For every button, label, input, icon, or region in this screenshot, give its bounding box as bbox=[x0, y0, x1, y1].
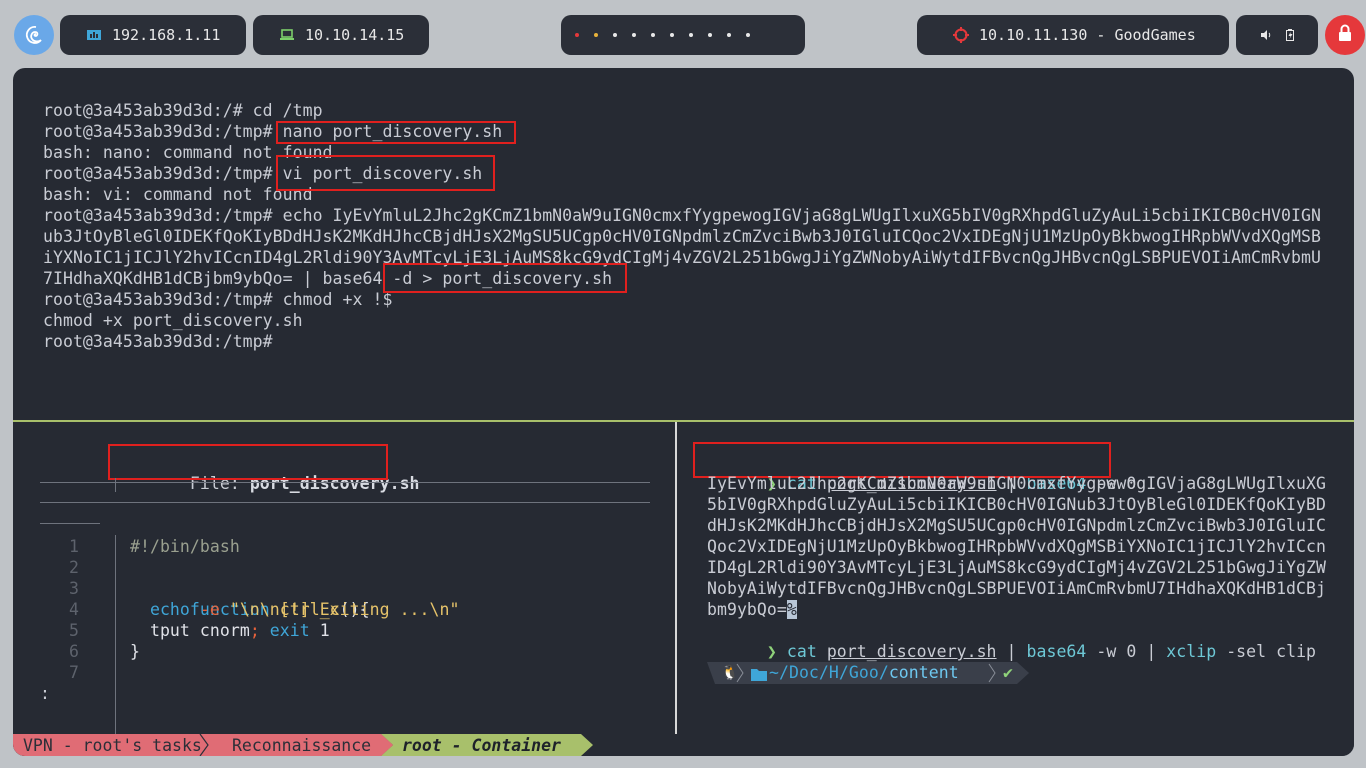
laptop-icon bbox=[279, 28, 295, 42]
code-text: tput cnorm bbox=[149, 621, 250, 640]
linux-icon: 🐧 bbox=[721, 665, 739, 681]
terminal-line: root@3a453ab39d3d:/tmp# bbox=[43, 332, 283, 351]
workspace-dot-2[interactable] bbox=[594, 33, 598, 37]
terminal-pane-right[interactable]: ❯ cat port_discovery.sh | base64 -w 0 Iy… bbox=[679, 422, 1354, 734]
vpn-ip-widget[interactable]: 10.10.14.15 bbox=[253, 15, 429, 55]
terminal-line: bash: vi: command not found bbox=[43, 185, 313, 204]
folder-icon bbox=[751, 666, 767, 685]
gutter-rule bbox=[40, 523, 100, 524]
status-tab[interactable]: VPN - root's tasks bbox=[13, 734, 202, 756]
workspace-dot-3[interactable] bbox=[613, 33, 617, 37]
terminal-pane-left[interactable]: File: port_discovery.sh 1 2 3 4 5 6 7 #!… bbox=[13, 422, 677, 735]
vpn-ip-text: 10.10.14.15 bbox=[305, 26, 405, 44]
terminal-line: root@3a453ab39d3d:/# cd /tmp bbox=[43, 101, 323, 120]
line-number: 4 bbox=[69, 600, 79, 619]
terminal-line: root@3a453ab39d3d:/tmp# chmod +x !$ bbox=[43, 290, 393, 309]
target-icon bbox=[953, 27, 969, 43]
terminal-line: ub3JtOyBleGl0IDEKfQoKIyBDdHJsK2MKdHJhcCB… bbox=[43, 227, 1321, 246]
command-arg: port_discovery.sh bbox=[826, 642, 997, 661]
lock-icon bbox=[1337, 24, 1353, 46]
code-keyword: exit bbox=[269, 621, 310, 640]
terminal-window[interactable]: root@3a453ab39d3d:/# cd /tmp root@3a453a… bbox=[13, 68, 1354, 756]
prompt-path-prefix: ~/Doc/H/Goo/ bbox=[769, 663, 889, 682]
tmux-status-bar: VPN - root's tasks Reconnaissance root -… bbox=[13, 734, 1354, 756]
gutter-divider bbox=[115, 478, 116, 492]
header-rule bbox=[40, 482, 650, 483]
code-line: } bbox=[130, 642, 140, 661]
output-line: ID4gL2Rldi90Y3AvMTcyLjE3LjAuMS8kcG9ydCIg… bbox=[707, 558, 1326, 577]
power-button[interactable] bbox=[1325, 15, 1365, 55]
header-rule bbox=[40, 502, 650, 503]
battery-icon[interactable] bbox=[1286, 29, 1294, 41]
output-line: 5bIV0gRXhpdGluZyAuLi5cbiIKICB0cHV0IGNub3… bbox=[707, 495, 1326, 514]
output-text: bm9ybQo= bbox=[707, 600, 787, 619]
highlight-box bbox=[383, 263, 627, 293]
highlight-box bbox=[276, 121, 516, 144]
output-line: bm9ybQo=% bbox=[707, 599, 797, 620]
command-name: base64 bbox=[1026, 642, 1087, 661]
code-line: #!/bin/bash bbox=[130, 537, 240, 556]
workspaces-widget[interactable] bbox=[561, 15, 805, 55]
command-flags: -sel clip bbox=[1226, 642, 1317, 661]
workspace-dot-8[interactable] bbox=[708, 33, 712, 37]
workspace-dot-7[interactable] bbox=[689, 33, 693, 37]
code-line: echo -e "\n\n[!] Exiting ...\n" bbox=[130, 599, 459, 620]
workspace-dot-5[interactable] bbox=[651, 33, 655, 37]
network-icon bbox=[86, 28, 102, 42]
line-number: 5 bbox=[69, 621, 79, 640]
workspace-dot-9[interactable] bbox=[727, 33, 731, 37]
line-number: 6 bbox=[69, 642, 79, 661]
highlight-box bbox=[108, 444, 388, 480]
command-name: xclip bbox=[1166, 642, 1217, 661]
prompt-path-dir: content bbox=[888, 663, 959, 682]
line-number: 3 bbox=[69, 579, 79, 598]
workspace-dot-1[interactable] bbox=[575, 33, 579, 37]
workspace-dot-10[interactable] bbox=[746, 33, 750, 37]
code-command: echo bbox=[149, 600, 190, 619]
output-line: dHJsK2MKdHJhcCBjdHJsX2MgSU5UCgp0cHV0IGNp… bbox=[707, 516, 1326, 535]
prompt-arrow-icon: ❯ bbox=[766, 642, 777, 661]
audio-battery-widget[interactable] bbox=[1236, 15, 1318, 55]
workspace-dot-6[interactable] bbox=[670, 33, 674, 37]
host-ip-widget[interactable]: 192.168.1.11 bbox=[60, 15, 246, 55]
gutter-divider bbox=[115, 535, 116, 735]
host-ip-text: 192.168.1.11 bbox=[112, 26, 221, 44]
line-number: 1 bbox=[69, 537, 79, 556]
output-line: NobyAiWytdIFBvcnQgJHBvcnQgLSBPUEVOIiAmCm… bbox=[707, 579, 1326, 598]
code-line: tput cnorm; exit 1 bbox=[130, 620, 330, 641]
command-name: cat bbox=[786, 642, 817, 661]
pipe: | bbox=[1146, 642, 1157, 661]
distro-logo-icon[interactable] bbox=[14, 15, 54, 55]
terminal-line: iYXNoIC1jICJlY2hvICcnID4gL2Rldi90Y3AvMTc… bbox=[43, 248, 1321, 267]
pipe: | bbox=[1006, 642, 1017, 661]
terminal-pane-top[interactable]: root@3a453ab39d3d:/# cd /tmp root@3a453a… bbox=[13, 68, 1354, 422]
target-text: 10.10.11.130 - GoodGames bbox=[979, 26, 1196, 44]
command-flags: -w 0 bbox=[1096, 642, 1137, 661]
workspace-dots[interactable] bbox=[561, 33, 764, 37]
target-widget[interactable]: 10.10.11.130 - GoodGames bbox=[917, 15, 1229, 55]
code-flag: -e bbox=[199, 600, 220, 619]
prompt-path: ~/Doc/H/Goo/content bbox=[769, 662, 959, 684]
workspace-dot-4[interactable] bbox=[632, 33, 636, 37]
line-number: 7 bbox=[69, 663, 79, 682]
no-newline-marker: % bbox=[786, 600, 797, 619]
highlight-box bbox=[276, 155, 495, 191]
terminal-line: chmod +x port_discovery.sh bbox=[43, 311, 303, 330]
status-tab-active[interactable]: root - Container bbox=[392, 734, 561, 756]
pager-prompt[interactable]: : bbox=[40, 683, 50, 704]
terminal-line: root@3a453ab39d3d:/tmp# echo IyEvYmluL2J… bbox=[43, 206, 1321, 225]
code-number: 1 bbox=[319, 621, 330, 640]
check-icon: ✔ bbox=[1003, 663, 1013, 682]
code-string: "\n\n[!] Exiting ...\n" bbox=[229, 600, 460, 619]
code-separator: ; bbox=[249, 621, 260, 640]
status-tab[interactable]: Reconnaissance bbox=[222, 734, 371, 756]
output-line: IyEvYmluL2Jhc2gKCmZ1bmN0aW9uIGN0cmxfYygp… bbox=[707, 474, 1326, 493]
volume-icon[interactable] bbox=[1260, 29, 1272, 41]
line-number: 2 bbox=[69, 558, 79, 577]
output-line: Qoc2VxIDEgNjU1MzUpOyBkbwogIHRpbWVvdXQgMS… bbox=[707, 537, 1326, 556]
powerline-prompt: 🐧 ~/Doc/H/Goo/content ✔ bbox=[707, 662, 1037, 684]
